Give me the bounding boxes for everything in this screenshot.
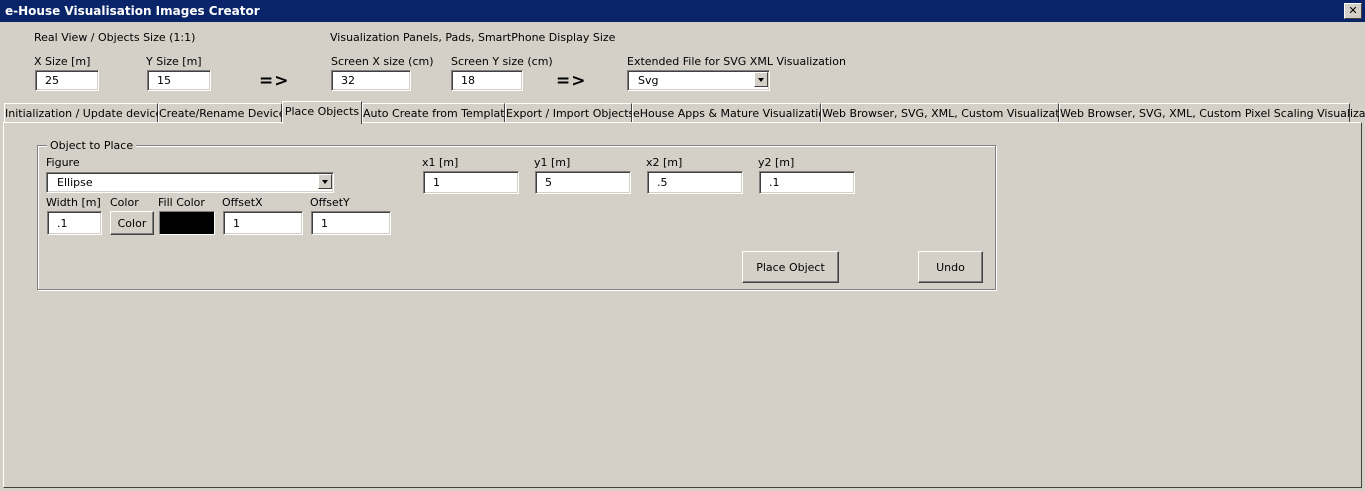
- group-title: Object to Place: [47, 139, 137, 152]
- y2-input[interactable]: .1: [759, 171, 855, 194]
- y-size-label: Y Size [m]: [146, 55, 202, 68]
- x1-label: x1 [m]: [422, 156, 459, 169]
- y-size-input[interactable]: 15: [147, 70, 211, 91]
- width-label: Width [m]: [46, 196, 101, 209]
- chevron-down-icon[interactable]: [318, 174, 332, 189]
- chevron-down-icon[interactable]: [754, 72, 768, 87]
- x-size-label: X Size [m]: [34, 55, 91, 68]
- close-icon[interactable]: ✕: [1344, 3, 1362, 19]
- figure-label: Figure: [46, 156, 80, 169]
- fill-color-swatch[interactable]: [159, 211, 215, 235]
- x1-input[interactable]: 1: [423, 171, 519, 194]
- offsetx-input[interactable]: 1: [223, 211, 303, 235]
- width-input[interactable]: .1: [47, 211, 102, 235]
- undo-button[interactable]: Undo: [918, 251, 983, 283]
- screen-x-label: Screen X size (cm): [331, 55, 434, 68]
- ext-file-select[interactable]: Svg: [627, 70, 770, 91]
- offsety-label: OffsetY: [310, 196, 350, 209]
- y1-label: y1 [m]: [534, 156, 571, 169]
- arrow-indicator: =>: [259, 71, 290, 91]
- arrow-indicator-2: =>: [556, 71, 587, 91]
- tab-place-objects[interactable]: Place Objects: [282, 101, 362, 124]
- panels-label: Visualization Panels, Pads, SmartPhone D…: [330, 31, 616, 44]
- title-bar: e-House Visualisation Images Creator ✕: [0, 0, 1365, 22]
- real-view-label: Real View / Objects Size (1:1): [34, 31, 196, 44]
- figure-value: Ellipse: [57, 176, 93, 189]
- window-title: e-House Visualisation Images Creator: [5, 4, 260, 18]
- tab-create-rename[interactable]: Create/Rename Device: [158, 103, 285, 122]
- tab-initialization[interactable]: Initialization / Update devices: [4, 103, 168, 122]
- tab-export-import[interactable]: Export / Import Objects: [505, 103, 634, 122]
- ext-file-label: Extended File for SVG XML Visualization: [627, 55, 846, 68]
- x2-label: x2 [m]: [646, 156, 683, 169]
- tab-ehouse-apps[interactable]: eHouse Apps & Mature Visualizations: [632, 103, 838, 122]
- offsety-input[interactable]: 1: [311, 211, 391, 235]
- color-button[interactable]: Color: [110, 211, 154, 235]
- tab-web-pixel-scaling[interactable]: Web Browser, SVG, XML, Custom Pixel Scal…: [1059, 103, 1365, 122]
- ext-file-value: Svg: [638, 74, 659, 87]
- screen-y-input[interactable]: 18: [451, 70, 523, 91]
- place-object-button[interactable]: Place Object: [742, 251, 839, 283]
- y1-input[interactable]: 5: [535, 171, 631, 194]
- x2-input[interactable]: .5: [647, 171, 743, 194]
- screen-x-input[interactable]: 32: [331, 70, 411, 91]
- x-size-input[interactable]: 25: [35, 70, 99, 91]
- screen-y-label: Screen Y size (cm): [451, 55, 553, 68]
- offsetx-label: OffsetX: [222, 196, 263, 209]
- color-label: Color: [110, 196, 139, 209]
- tab-web-custom[interactable]: Web Browser, SVG, XML, Custom Visualizat…: [821, 103, 1082, 122]
- y2-label: y2 [m]: [758, 156, 795, 169]
- figure-select[interactable]: Ellipse: [46, 172, 334, 193]
- tab-auto-create[interactable]: Auto Create from Template: [362, 103, 511, 122]
- fill-color-label: Fill Color: [158, 196, 205, 209]
